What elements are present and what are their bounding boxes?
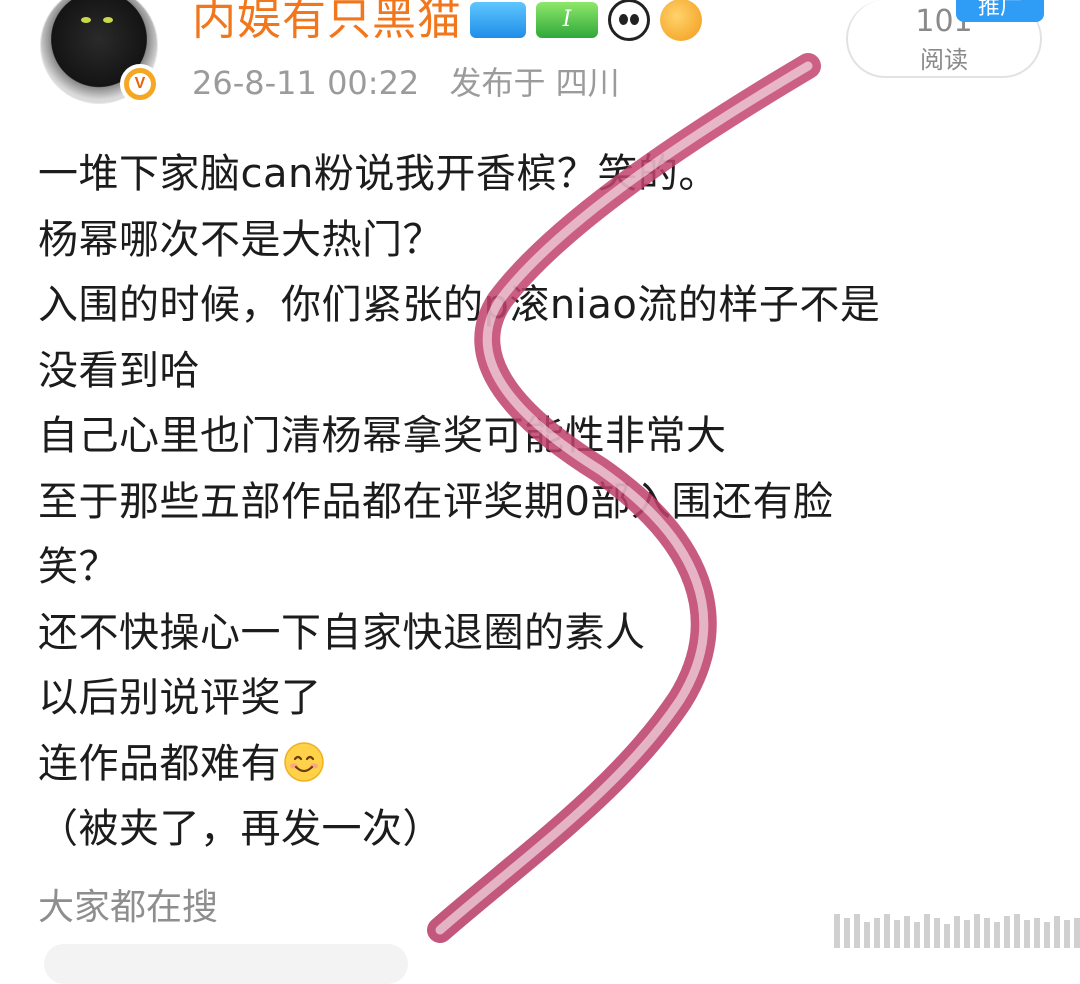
read-label: 阅读 (920, 46, 968, 74)
post-location: 发布于 四川 (449, 64, 620, 102)
post-meta: 26-8-11 00:22 发布于 四川 (192, 58, 620, 104)
post-line: 自己心里也门清杨幂拿奖可能性非常大 (38, 413, 727, 459)
fish-icon[interactable] (660, 0, 702, 41)
post-line: （被夹了，再发一次） (38, 806, 443, 852)
verified-badge-icon: V (120, 64, 160, 104)
verified-badge-letter: V (129, 73, 151, 95)
panda-icon[interactable] (608, 0, 650, 41)
post-line-text: 连作品都难有 (38, 740, 281, 787)
author-badges: I (470, 0, 702, 41)
avatar-container[interactable]: V (40, 0, 160, 104)
post-line: 没看到哈 (38, 347, 200, 394)
post-line: 一堆下家脑can粉说我开香槟？笑的。 (38, 151, 719, 197)
cat-eye-right (103, 17, 113, 23)
level-badge-icon[interactable]: I (536, 2, 598, 38)
search-chip[interactable] (44, 944, 408, 984)
author-name[interactable]: 内娱有只黑猫 (192, 0, 462, 46)
post-line: 入围的时候，你们紧张的p滚niao流的样子不是 (38, 282, 881, 328)
post-line: 杨幂哪次不是大热门？ (38, 216, 443, 263)
post-body: 一堆下家脑can粉说我开香槟？笑的。 杨幂哪次不是大热门？ 入围的时候，你们紧张… (38, 142, 1048, 863)
ship-badge-icon[interactable] (470, 2, 526, 38)
post-line: 以后别说评奖了 (38, 675, 322, 721)
post-line-with-emoji: 连作品都难有 (38, 732, 1048, 798)
search-section-title: 大家都在搜 (38, 887, 219, 928)
post-timestamp: 26-8-11 00:22 (192, 64, 420, 102)
post-line: 至于那些五部作品都在评奖期0部入围还有脸 (38, 478, 834, 525)
post-line: 还不快操心一下自家快退圈的素人 (38, 609, 646, 656)
post-line: 笑？ (38, 544, 119, 590)
watermark-bars (834, 914, 1080, 948)
cat-eye-left (81, 17, 91, 23)
smile-emoji-icon (284, 741, 324, 782)
promo-tag[interactable]: 推广 (956, 0, 1044, 22)
